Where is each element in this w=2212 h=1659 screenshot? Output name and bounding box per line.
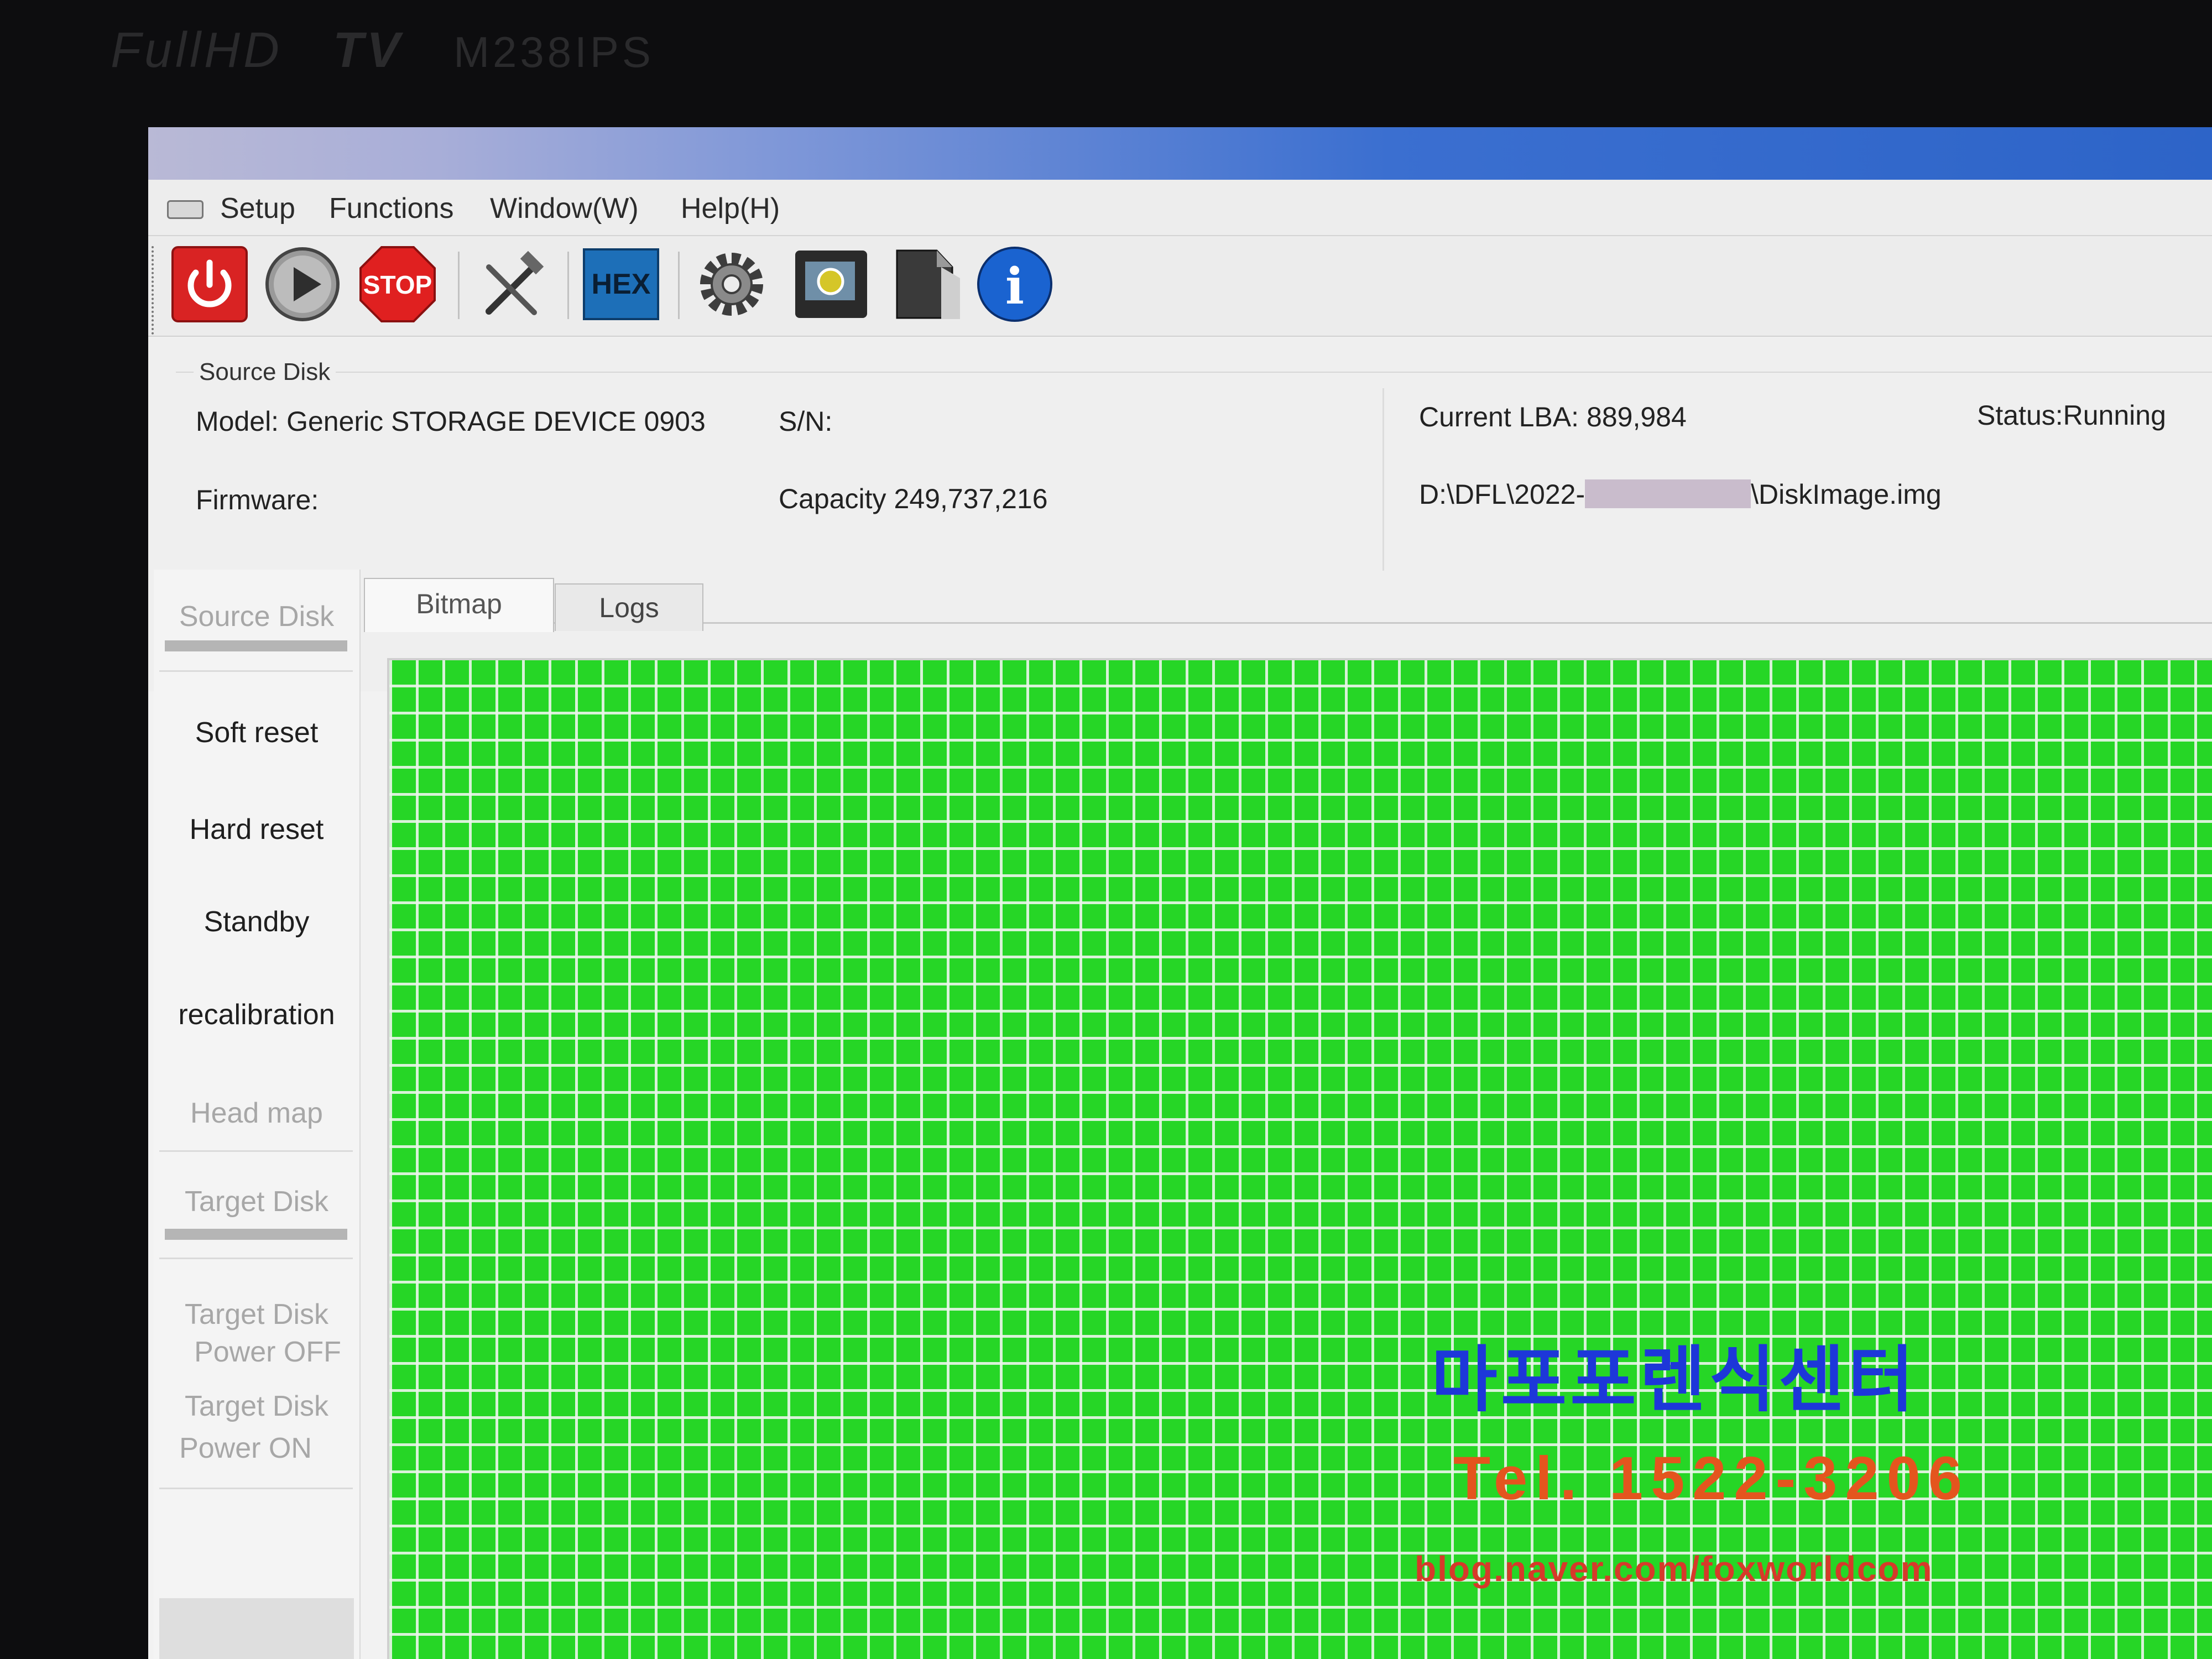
gear-icon (700, 253, 763, 316)
model-label: Model: (196, 406, 279, 437)
play-button[interactable] (263, 245, 342, 324)
hex-icon: HEX (583, 248, 659, 320)
menu-functions[interactable]: Functions (329, 192, 453, 225)
capacity-field: Capacity 249,737,216 (779, 483, 1048, 515)
monitor-brand-fullhd: FullHD (111, 23, 283, 78)
tab-strip: Bitmap Logs (364, 578, 2212, 632)
toolbar-separator (458, 252, 460, 319)
menu-setup[interactable]: Setup (220, 192, 295, 225)
sn-field: S/N: (779, 405, 840, 437)
status-value: Running (2063, 400, 2166, 431)
power-button[interactable] (170, 245, 249, 324)
target-power-off-line2[interactable]: Power OFF (165, 1333, 371, 1371)
watermark-phone: Tel. 1522-3206 (1453, 1444, 1970, 1512)
status-label: Status: (1977, 400, 2063, 431)
target-power-off-line1[interactable]: Target Disk (154, 1295, 359, 1334)
model-value: Generic STORAGE DEVICE 0903 (286, 406, 706, 437)
image-path-suffix: \DiskImage.img (1751, 479, 1942, 510)
recalibration-button[interactable]: recalibration (154, 995, 359, 1034)
menu-window[interactable]: Window(W) (490, 192, 639, 225)
sidebar-target-disk-header: Target Disk (184, 1186, 329, 1218)
menu-help[interactable]: Help(H) (681, 192, 780, 225)
firmware-field: Firmware: (196, 484, 326, 516)
head-map-button[interactable]: Head map (154, 1094, 359, 1133)
image-icon (795, 251, 867, 318)
sidebar-divider (159, 670, 353, 672)
hard-reset-button[interactable]: Hard reset (154, 810, 359, 849)
monitor-brand: FullHD TV M238IPS (111, 22, 654, 79)
tab-logs[interactable]: Logs (555, 583, 703, 631)
source-disk-info: Source Disk Model: Generic STORAGE DEVICE… (148, 337, 2212, 691)
power-icon (171, 246, 248, 322)
image-path-prefix: D:\DFL\2022- (1419, 479, 1585, 510)
source-disk-group (176, 372, 2212, 583)
menu-bar: Setup Functions Window(W) Help(H) (148, 180, 2212, 236)
sidebar-source-disk-header: Source Disk (179, 601, 335, 633)
capacity-label: Capacity (779, 483, 886, 514)
model-field: Model: Generic STORAGE DEVICE 0903 (196, 405, 706, 437)
sn-label: S/N: (779, 406, 833, 437)
sidebar-bottom-panel (159, 1598, 354, 1659)
toolbar-separator (678, 252, 680, 319)
current-lba-value: 889,984 (1587, 401, 1687, 432)
hex-icon-label: HEX (592, 268, 651, 300)
window-title-bar (148, 127, 2212, 180)
status-field: Status:Running (1977, 399, 2166, 431)
current-lba-field: Current LBA: 889,984 (1419, 401, 1687, 433)
app-menu-icon[interactable] (167, 200, 204, 219)
sidebar-divider (159, 1150, 353, 1152)
soft-reset-button[interactable]: Soft reset (154, 713, 359, 752)
sidebar-divider (159, 1488, 353, 1489)
stop-icon-label: STOP (363, 270, 432, 299)
target-disk-progress-bar (165, 1229, 347, 1240)
image-button[interactable] (792, 245, 870, 324)
target-power-on-line2[interactable]: Power ON (148, 1429, 348, 1468)
firmware-label: Firmware: (196, 484, 319, 515)
toolbar-separator (567, 252, 569, 319)
standby-button[interactable]: Standby (154, 902, 359, 941)
monitor-screen: Setup Functions Window(W) Help(H) STOP H… (148, 127, 2212, 1659)
redacted-path-segment (1585, 479, 1751, 508)
watermark-name: 마포포렌식센터 (1431, 1339, 1918, 1420)
info-icon-label: i (1005, 257, 1024, 316)
sidebar: Source Disk Soft reset Hard reset Standb… (154, 570, 361, 1659)
stop-button[interactable]: STOP (358, 245, 437, 324)
settings-button[interactable] (692, 245, 771, 324)
current-lba-label: Current LBA: (1419, 401, 1579, 432)
capacity-value: 249,737,216 (894, 483, 1048, 514)
play-icon (265, 247, 340, 321)
source-disk-group-title: Source Disk (194, 358, 336, 386)
monitor-model: M238IPS (453, 28, 654, 76)
document-button[interactable] (886, 245, 964, 324)
tools-icon (486, 251, 544, 315)
watermark-blog: blog.naver.com/foxworldcom (1415, 1549, 1933, 1589)
info-separator (1383, 388, 1384, 571)
sidebar-divider (159, 1258, 353, 1259)
hex-button[interactable]: HEX (582, 245, 660, 324)
info-button[interactable]: i (975, 245, 1054, 324)
tab-bitmap[interactable]: Bitmap (364, 578, 554, 632)
tools-button[interactable] (472, 245, 551, 324)
image-path-field: D:\DFL\2022- \DiskImage.img (1419, 478, 1942, 510)
info-icon: i (977, 247, 1052, 322)
target-power-on-line1[interactable]: Target Disk (154, 1387, 359, 1426)
toolbar: STOP HEX i (148, 236, 2212, 337)
toolbar-grip[interactable] (152, 246, 159, 335)
document-icon (896, 249, 960, 319)
stop-icon: STOP (359, 246, 436, 322)
monitor-brand-tv: TV (333, 23, 404, 78)
source-disk-progress-bar (165, 640, 347, 651)
